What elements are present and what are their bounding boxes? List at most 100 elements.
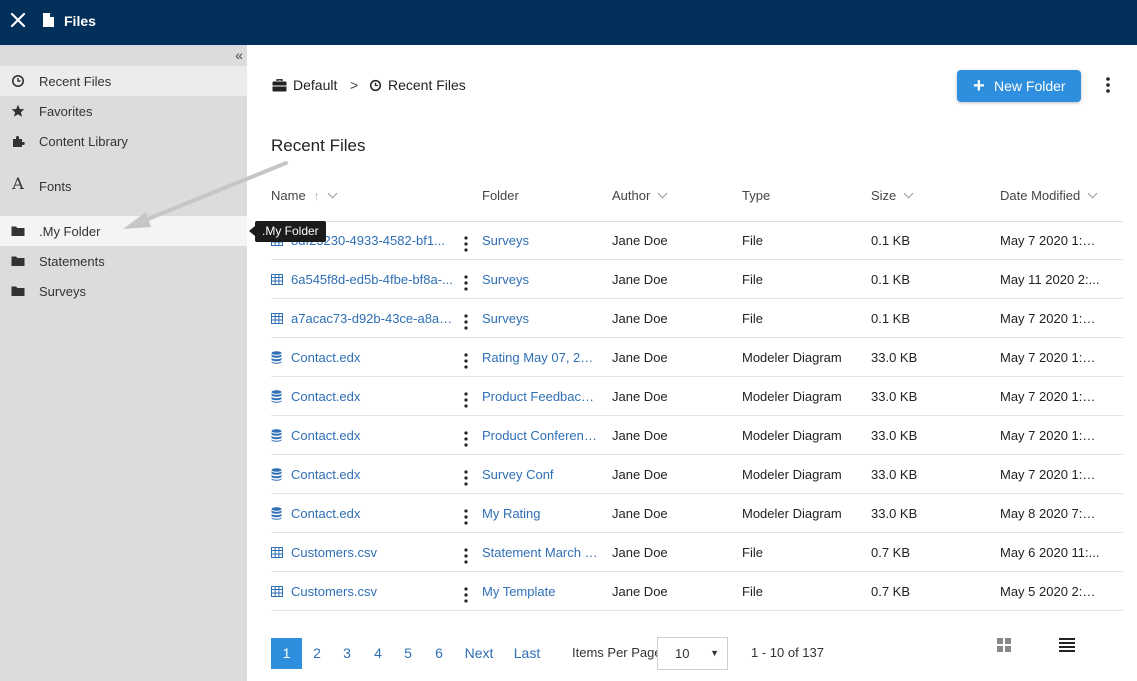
sidebar-item-favorites[interactable]: Favorites xyxy=(0,96,247,126)
date-modified-cell: May 8 2020 7:4... xyxy=(1000,506,1100,521)
clock-icon xyxy=(369,79,382,92)
row-more-options-icon[interactable] xyxy=(461,274,471,292)
sidebar-item-label: .My Folder xyxy=(39,224,101,239)
column-header-name[interactable]: Name ↑ xyxy=(271,188,338,203)
file-name-link[interactable]: Contact.edx xyxy=(291,506,457,521)
table-row[interactable]: Customers.csv My Template Jane Doe File 0.7 … xyxy=(271,572,1123,611)
column-header-size[interactable]: Size xyxy=(871,188,914,203)
table-icon xyxy=(271,274,283,285)
sidebar-item-label: Recent Files xyxy=(39,74,112,89)
file-name-link[interactable]: 6a545f8d-ed5b-4fbe-bf8a-... xyxy=(291,272,457,287)
row-more-options-icon[interactable] xyxy=(461,547,471,565)
file-type-icon xyxy=(271,546,283,561)
chevron-down-icon xyxy=(903,188,914,199)
close-icon[interactable] xyxy=(9,10,27,30)
sidebar-item-my-folder[interactable]: .My Folder xyxy=(0,216,247,246)
table-row[interactable]: Contact.edx Rating May 07, 2020 Jane Doe Mo… xyxy=(271,338,1123,377)
page-2-button[interactable]: 2 xyxy=(302,638,332,669)
file-type-icon xyxy=(271,351,282,367)
column-header-folder: Folder xyxy=(482,188,519,203)
file-name-link[interactable]: a7acac73-d92b-43ce-a8a5-... xyxy=(291,311,457,326)
page-title: Recent Files xyxy=(271,136,366,155)
sidebar-item-content-library[interactable]: Content Library xyxy=(0,126,247,156)
row-more-options-icon[interactable] xyxy=(461,586,471,604)
list-view-icon[interactable] xyxy=(1059,638,1075,653)
row-more-options-icon[interactable] xyxy=(461,430,471,448)
row-more-options-icon[interactable] xyxy=(461,235,471,253)
database-icon xyxy=(271,351,282,364)
sidebar-item-recent-files[interactable]: Recent Files xyxy=(0,66,247,96)
folder-link[interactable]: Surveys xyxy=(482,272,600,287)
file-name-link[interactable]: Contact.edx xyxy=(291,428,457,443)
folder-link[interactable]: My Template xyxy=(482,584,600,599)
folder-link[interactable]: Rating May 07, 2020 xyxy=(482,350,600,365)
items-per-page-select[interactable]: 10 ▼ xyxy=(657,637,728,670)
size-cell: 33.0 KB xyxy=(871,389,918,404)
sidebar-item-fonts[interactable]: A Fonts xyxy=(0,171,247,201)
table-row[interactable]: 8df23230-4933-4582-bf1... Surveys Jane Doe… xyxy=(271,221,1123,260)
collapse-sidebar-button[interactable]: « xyxy=(235,47,243,63)
folder-link[interactable]: My Rating xyxy=(482,506,600,521)
table-row[interactable]: Contact.edx Product Feedback ... Jane Doe M… xyxy=(271,377,1123,416)
chevron-down-icon xyxy=(1087,188,1098,199)
file-name-link[interactable]: Contact.edx xyxy=(291,467,457,482)
row-more-options-icon[interactable] xyxy=(461,508,471,526)
sidebar-item-statements[interactable]: Statements xyxy=(0,246,247,276)
folder-link[interactable]: Statement March 2... xyxy=(482,545,600,560)
sidebar-item-label: Statements xyxy=(39,254,105,269)
folder-link[interactable]: Product Conferenc... xyxy=(482,428,600,443)
page-5-button[interactable]: 5 xyxy=(393,638,423,669)
type-cell: Modeler Diagram xyxy=(742,506,842,521)
row-more-options-icon[interactable] xyxy=(461,469,471,487)
file-name-link[interactable]: Customers.csv xyxy=(291,545,457,560)
author-cell: Jane Doe xyxy=(612,272,668,287)
table-row[interactable]: Contact.edx My Rating Jane Doe Modeler Diag… xyxy=(271,494,1123,533)
table-row[interactable]: Contact.edx Survey Conf Jane Doe Modeler Di… xyxy=(271,455,1123,494)
table-icon xyxy=(271,586,283,597)
type-cell: File xyxy=(742,311,763,326)
folder-link[interactable]: Product Feedback ... xyxy=(482,389,600,404)
row-more-options-icon[interactable] xyxy=(461,352,471,370)
next-page-button[interactable]: Next xyxy=(461,638,497,669)
file-type-icon xyxy=(271,312,283,327)
new-folder-button[interactable]: + New Folder xyxy=(957,70,1081,102)
breadcrumb-recent-files[interactable]: Recent Files xyxy=(369,77,466,93)
column-header-type: Type xyxy=(742,188,771,203)
file-name-link[interactable]: Contact.edx xyxy=(291,350,457,365)
database-icon xyxy=(271,507,282,520)
sidebar-item-label: Content Library xyxy=(39,134,128,149)
table-row[interactable]: a7acac73-d92b-43ce-a8a5-... Surveys Jane D… xyxy=(271,299,1123,338)
folder-link[interactable]: Surveys xyxy=(482,233,600,248)
page-3-button[interactable]: 3 xyxy=(332,638,362,669)
row-more-options-icon[interactable] xyxy=(461,391,471,409)
author-cell: Jane Doe xyxy=(612,350,668,365)
breadcrumb-default[interactable]: Default xyxy=(272,77,337,93)
file-name-link[interactable]: Customers.csv xyxy=(291,584,457,599)
file-type-icon xyxy=(271,390,282,406)
author-cell: Jane Doe xyxy=(612,467,668,482)
folder-link[interactable]: Survey Conf xyxy=(482,467,600,482)
folder-icon xyxy=(11,286,25,296)
column-header-author[interactable]: Author xyxy=(612,188,668,203)
table-row[interactable]: Contact.edx Product Conferenc... Jane Doe M… xyxy=(271,416,1123,455)
size-cell: 33.0 KB xyxy=(871,467,918,482)
grid-view-icon[interactable] xyxy=(997,638,1011,652)
last-page-button[interactable]: Last xyxy=(511,638,543,669)
date-modified-cell: May 7 2020 1:1... xyxy=(1000,389,1100,404)
sidebar-item-label: Surveys xyxy=(39,284,86,299)
row-more-options-icon[interactable] xyxy=(461,313,471,331)
folder-link[interactable]: Surveys xyxy=(482,311,600,326)
page-6-button[interactable]: 6 xyxy=(424,638,454,669)
chevron-down-icon xyxy=(327,188,338,199)
page-4-button[interactable]: 4 xyxy=(363,638,393,669)
file-name-link[interactable]: Contact.edx xyxy=(291,389,457,404)
column-header-date-modified[interactable]: Date Modified xyxy=(1000,188,1098,203)
size-cell: 0.7 KB xyxy=(871,584,911,599)
size-cell: 0.1 KB xyxy=(871,311,911,326)
table-row[interactable]: Customers.csv Statement March 2... Jane Do… xyxy=(271,533,1123,572)
table-icon xyxy=(271,313,283,324)
table-row[interactable]: 6a545f8d-ed5b-4fbe-bf8a-... Surveys Jane D… xyxy=(271,260,1123,299)
more-options-icon[interactable] xyxy=(1100,76,1116,94)
page-1-button[interactable]: 1 xyxy=(271,638,302,669)
sidebar-item-surveys[interactable]: Surveys xyxy=(0,276,247,306)
